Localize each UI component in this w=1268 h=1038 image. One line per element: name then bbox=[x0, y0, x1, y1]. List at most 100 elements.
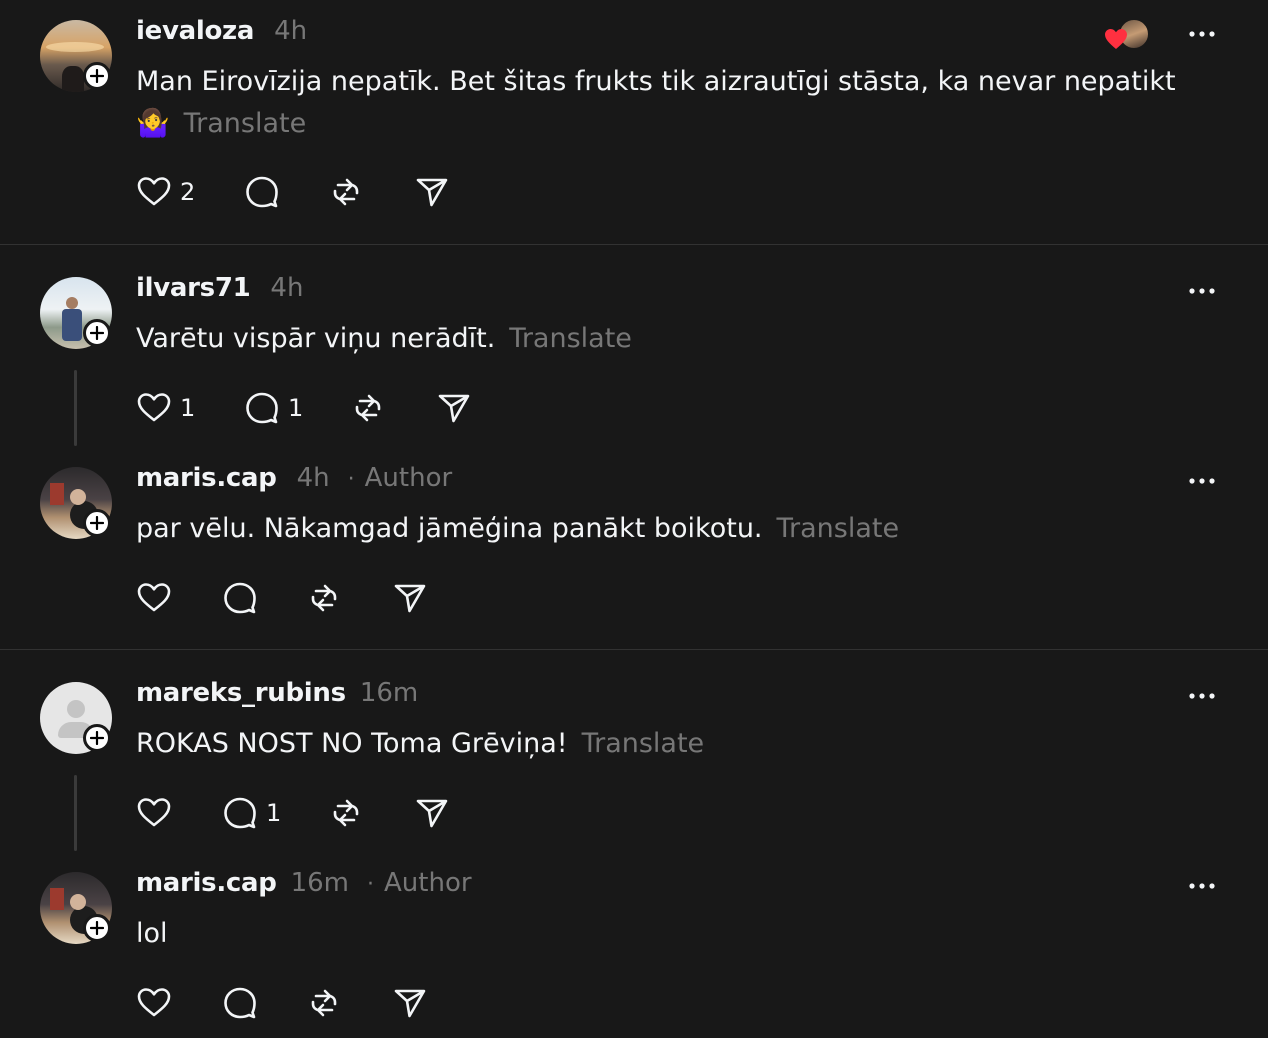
post-divider bbox=[0, 649, 1268, 650]
send-icon bbox=[416, 799, 448, 828]
action-bar bbox=[136, 983, 456, 1023]
like-button[interactable]: 1 bbox=[136, 388, 195, 428]
post-header: maris.cap 4h · Author bbox=[136, 463, 452, 493]
timestamp[interactable]: 16m bbox=[360, 678, 418, 708]
separator-dot: · bbox=[347, 467, 355, 492]
avatar[interactable] bbox=[40, 682, 112, 754]
avatar[interactable] bbox=[40, 872, 112, 944]
post-text-row: Varētu vispār viņu nerādīt. Translate bbox=[136, 319, 632, 359]
author-badge: Author bbox=[384, 868, 472, 898]
like-count: 1 bbox=[180, 394, 196, 422]
more-options-button[interactable] bbox=[1184, 24, 1220, 44]
translate-link[interactable]: Translate bbox=[184, 108, 307, 139]
send-icon bbox=[438, 394, 470, 423]
translate-link[interactable]: Translate bbox=[777, 513, 900, 544]
action-bar: 1 bbox=[136, 793, 476, 833]
timestamp[interactable]: 4h bbox=[270, 273, 303, 303]
reactors-stack[interactable] bbox=[1104, 16, 1152, 52]
post-header: maris.cap 16m · Author bbox=[136, 868, 472, 898]
avatar[interactable] bbox=[40, 467, 112, 539]
reply-button[interactable] bbox=[222, 983, 258, 1023]
action-bar: 1 1 bbox=[136, 388, 496, 428]
reply-button[interactable]: 1 bbox=[244, 388, 303, 428]
post-header: ilvars71 4h bbox=[136, 273, 303, 303]
send-icon bbox=[416, 178, 448, 207]
follow-plus-icon[interactable] bbox=[83, 914, 111, 942]
comment-icon bbox=[224, 582, 256, 614]
like-button[interactable]: 2 bbox=[136, 172, 195, 212]
like-button[interactable] bbox=[136, 578, 172, 618]
thread-line bbox=[74, 370, 77, 446]
translate-link[interactable]: Translate bbox=[509, 323, 632, 354]
repost-icon bbox=[311, 989, 337, 1017]
heart-icon bbox=[137, 393, 171, 422]
timestamp[interactable]: 4h bbox=[274, 16, 307, 46]
more-options-button[interactable] bbox=[1184, 686, 1220, 706]
more-dots-icon bbox=[1189, 288, 1215, 294]
post-text: lol bbox=[136, 918, 168, 949]
username[interactable]: mareks_rubins bbox=[136, 678, 346, 708]
repost-button[interactable] bbox=[306, 578, 342, 618]
repost-button[interactable] bbox=[328, 793, 364, 833]
share-button[interactable] bbox=[436, 388, 472, 428]
repost-button[interactable] bbox=[328, 172, 364, 212]
post-header: mareks_rubins 16m bbox=[136, 678, 418, 708]
post-text: Varētu vispār viņu nerādīt. bbox=[136, 323, 496, 354]
follow-plus-icon[interactable] bbox=[83, 724, 111, 752]
repost-icon bbox=[333, 178, 359, 206]
repost-icon bbox=[333, 799, 359, 827]
like-button[interactable] bbox=[136, 793, 172, 833]
comment-icon bbox=[246, 392, 278, 424]
timestamp[interactable]: 16m bbox=[291, 868, 349, 898]
avatar[interactable] bbox=[40, 20, 112, 92]
comment-icon bbox=[246, 176, 278, 208]
follow-plus-icon[interactable] bbox=[83, 62, 111, 90]
more-options-button[interactable] bbox=[1184, 281, 1220, 301]
share-button[interactable] bbox=[414, 793, 450, 833]
reply-button[interactable] bbox=[222, 578, 258, 618]
reply-count: 1 bbox=[266, 799, 282, 827]
share-button[interactable] bbox=[414, 172, 450, 212]
share-button[interactable] bbox=[392, 578, 428, 618]
heart-icon bbox=[137, 583, 171, 612]
reply-count: 1 bbox=[288, 394, 304, 422]
avatar[interactable] bbox=[40, 277, 112, 349]
like-button[interactable] bbox=[136, 983, 172, 1023]
comment-icon bbox=[224, 797, 256, 829]
repost-icon bbox=[355, 394, 381, 422]
post-text-row: par vēlu. Nākamgad jāmēģina panākt boiko… bbox=[136, 509, 899, 549]
heart-icon bbox=[137, 988, 171, 1017]
repost-button[interactable] bbox=[350, 388, 386, 428]
username[interactable]: maris.cap bbox=[136, 868, 277, 898]
more-options-button[interactable] bbox=[1184, 471, 1220, 491]
more-dots-icon bbox=[1189, 478, 1215, 484]
like-count: 2 bbox=[180, 178, 196, 206]
threads-reply-feed: ievaloza 4h Man Eirovīzija nepatīk. Bet … bbox=[0, 0, 1268, 1038]
timestamp[interactable]: 4h bbox=[297, 463, 330, 493]
share-button[interactable] bbox=[392, 983, 428, 1023]
post-text-row: ROKAS NOST NO Toma Grēviņa! Translate bbox=[136, 724, 704, 764]
heart-icon bbox=[137, 798, 171, 827]
more-dots-icon bbox=[1189, 31, 1215, 37]
post-text: par vēlu. Nākamgad jāmēģina panākt boiko… bbox=[136, 513, 763, 544]
thread-line bbox=[74, 775, 77, 851]
repost-button[interactable] bbox=[306, 983, 342, 1023]
author-badge: Author bbox=[364, 463, 453, 493]
comment-icon bbox=[224, 987, 256, 1019]
repost-icon bbox=[311, 584, 337, 612]
follow-plus-icon[interactable] bbox=[83, 319, 111, 347]
separator-dot: · bbox=[367, 872, 375, 897]
username[interactable]: maris.cap bbox=[136, 463, 277, 493]
username[interactable]: ilvars71 bbox=[136, 273, 251, 303]
translate-link[interactable]: Translate bbox=[582, 728, 705, 759]
reply-button[interactable] bbox=[244, 172, 280, 212]
more-options-button[interactable] bbox=[1184, 876, 1220, 896]
more-dots-icon bbox=[1189, 693, 1215, 699]
more-dots-icon bbox=[1189, 883, 1215, 889]
post-text: ROKAS NOST NO Toma Grēviņa! bbox=[136, 728, 568, 759]
username[interactable]: ievaloza bbox=[136, 16, 254, 46]
follow-plus-icon[interactable] bbox=[83, 509, 111, 537]
send-icon bbox=[394, 989, 426, 1018]
reply-button[interactable]: 1 bbox=[222, 793, 281, 833]
action-bar bbox=[136, 578, 456, 618]
